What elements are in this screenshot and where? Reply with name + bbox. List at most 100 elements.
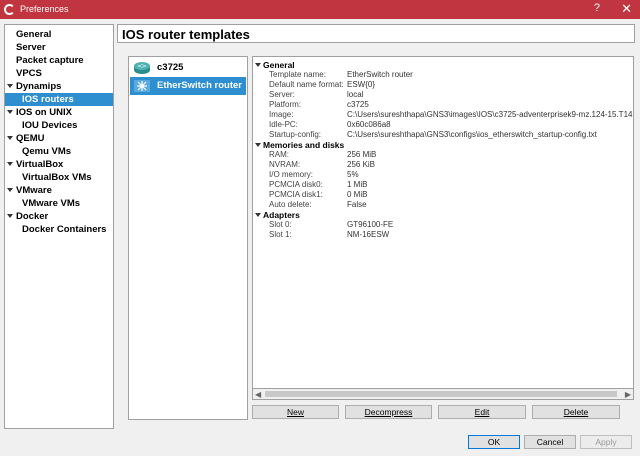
- detail-key: NVRAM:: [269, 160, 301, 169]
- detail-key: PCMCIA disk1:: [269, 190, 323, 199]
- detail-key: Default name format:: [269, 80, 344, 89]
- template-label: EtherSwitch router: [157, 80, 242, 91]
- preferences-sidebar[interactable]: General Server Packet capture VPCS Dynam…: [4, 24, 114, 429]
- expand-caret-icon[interactable]: [7, 188, 13, 192]
- sidebar-item-general[interactable]: General: [5, 28, 113, 41]
- app-icon: [4, 4, 15, 15]
- sidebar-item-docker-containers[interactable]: Docker Containers: [5, 223, 113, 236]
- detail-value: NM-16ESW: [347, 230, 390, 239]
- sidebar-item-virtualbox-vms[interactable]: VirtualBox VMs: [5, 171, 113, 184]
- scroll-left-icon[interactable]: ◀: [255, 390, 261, 399]
- detail-row: Server: local: [253, 90, 633, 100]
- templates-list[interactable]: c3725 EtherSwitch router: [128, 56, 248, 420]
- detail-row: Default name format: ESW{0}: [253, 80, 633, 90]
- detail-key: I/O memory:: [269, 170, 314, 179]
- window-title: Preferences: [20, 4, 69, 14]
- button-label: Edit: [474, 407, 490, 417]
- detail-value: 256 KiB: [347, 160, 376, 169]
- button-label: Decompress: [364, 407, 413, 417]
- sidebar-item-ios-on-unix[interactable]: IOS on UNIX: [5, 106, 113, 119]
- section-label: Memories and disks: [263, 140, 345, 150]
- expand-caret-icon[interactable]: [7, 110, 13, 114]
- detail-value: GT96100-FE: [347, 220, 394, 229]
- detail-key: RAM:: [269, 150, 289, 159]
- section-label: Adapters: [263, 210, 300, 220]
- detail-row: Template name: EtherSwitch router: [253, 70, 633, 80]
- detail-row: I/O memory: 5%: [253, 170, 633, 180]
- decompress-button[interactable]: Decompress: [345, 405, 432, 419]
- cancel-button[interactable]: Cancel: [524, 435, 576, 449]
- template-label: c3725: [157, 62, 184, 73]
- detail-key: Idle-PC:: [269, 120, 298, 129]
- sidebar-item-vmware[interactable]: VMware: [5, 184, 113, 197]
- expand-caret-icon[interactable]: [7, 84, 13, 88]
- template-item-etherswitch-router[interactable]: EtherSwitch router: [130, 77, 246, 95]
- detail-value: EtherSwitch router: [347, 70, 413, 79]
- sidebar-item-qemu-vms[interactable]: Qemu VMs: [5, 145, 113, 158]
- detail-value: c3725: [347, 100, 369, 109]
- sidebar-item-dynamips[interactable]: Dynamips: [5, 80, 113, 93]
- close-button[interactable]: ✕: [621, 1, 632, 17]
- scrollbar-thumb[interactable]: [265, 391, 617, 397]
- sidebar-item-label: IOS on UNIX: [16, 107, 72, 118]
- sidebar-item-ios-routers[interactable]: IOS routers: [5, 93, 113, 106]
- template-item-c3725[interactable]: c3725: [130, 59, 246, 77]
- sidebar-item-qemu[interactable]: QEMU: [5, 132, 113, 145]
- detail-key: Startup-config:: [269, 130, 322, 139]
- sidebar-item-virtualbox[interactable]: VirtualBox: [5, 158, 113, 171]
- expand-caret-icon[interactable]: [7, 136, 13, 140]
- title-bar: Preferences ? ✕: [0, 0, 640, 19]
- expand-caret-icon[interactable]: [7, 162, 13, 166]
- edit-button[interactable]: Edit: [438, 405, 526, 419]
- section-label: General: [263, 60, 295, 70]
- scroll-right-icon[interactable]: ▶: [625, 390, 631, 399]
- detail-key: Platform:: [269, 100, 302, 109]
- collapse-caret-icon[interactable]: [255, 143, 261, 147]
- detail-key: PCMCIA disk0:: [269, 180, 323, 189]
- details-horizontal-scrollbar[interactable]: ◀ ▶: [252, 388, 634, 400]
- detail-value: 0x60c086a8: [347, 120, 391, 129]
- detail-row: Startup-config: C:\Users\sureshthapa\GNS3…: [253, 130, 633, 140]
- detail-row: Image: C:\Users\sureshthapa\GNS3\images\I…: [253, 110, 633, 120]
- detail-key: Image:: [269, 110, 294, 119]
- page-header: IOS router templates: [117, 24, 635, 43]
- expand-caret-icon[interactable]: [7, 214, 13, 218]
- detail-key: Auto delete:: [269, 200, 312, 209]
- collapse-caret-icon[interactable]: [255, 213, 261, 217]
- sidebar-item-label: QEMU: [16, 133, 45, 144]
- router-icon: [134, 62, 150, 74]
- detail-row: Platform: c3725: [253, 100, 633, 110]
- detail-value: ESW{0}: [347, 80, 376, 89]
- detail-key: Slot 1:: [269, 230, 292, 239]
- detail-value: 0 MiB: [347, 190, 368, 199]
- detail-value: local: [347, 90, 364, 99]
- collapse-caret-icon[interactable]: [255, 63, 261, 67]
- sidebar-item-vpcs[interactable]: VPCS: [5, 67, 113, 80]
- detail-row: PCMCIA disk0: 1 MiB: [253, 180, 633, 190]
- ok-button[interactable]: OK: [468, 435, 520, 449]
- apply-button[interactable]: Apply: [580, 435, 632, 449]
- detail-row: Idle-PC: 0x60c086a8: [253, 120, 633, 130]
- detail-row: Auto delete: False: [253, 200, 633, 210]
- switch-icon: [134, 80, 150, 92]
- sidebar-item-iou-devices[interactable]: IOU Devices: [5, 119, 113, 132]
- new-button[interactable]: New: [252, 405, 339, 419]
- delete-button[interactable]: Delete: [532, 405, 620, 419]
- detail-value: False: [347, 200, 367, 209]
- help-button[interactable]: ?: [594, 2, 600, 14]
- sidebar-item-label: Dynamips: [16, 81, 62, 92]
- detail-value: C:\Users\sureshthapa\GNS3\images\IOS\c37…: [347, 110, 634, 119]
- detail-value: 1 MiB: [347, 180, 368, 189]
- sidebar-item-server[interactable]: Server: [5, 41, 113, 54]
- sidebar-item-packet-capture[interactable]: Packet capture: [5, 54, 113, 67]
- sidebar-item-docker[interactable]: Docker: [5, 210, 113, 223]
- detail-value: 256 MiB: [347, 150, 377, 159]
- detail-row: RAM: 256 MiB: [253, 150, 633, 160]
- template-details-tree[interactable]: General Template name: EtherSwitch router…: [252, 56, 634, 400]
- sidebar-item-label: Docker: [16, 211, 49, 222]
- sidebar-item-vmware-vms[interactable]: VMware VMs: [5, 197, 113, 210]
- detail-row: Slot 1: NM-16ESW: [253, 230, 633, 240]
- button-label: Delete: [563, 407, 589, 417]
- detail-row: NVRAM: 256 KiB: [253, 160, 633, 170]
- detail-key: Server:: [269, 90, 295, 99]
